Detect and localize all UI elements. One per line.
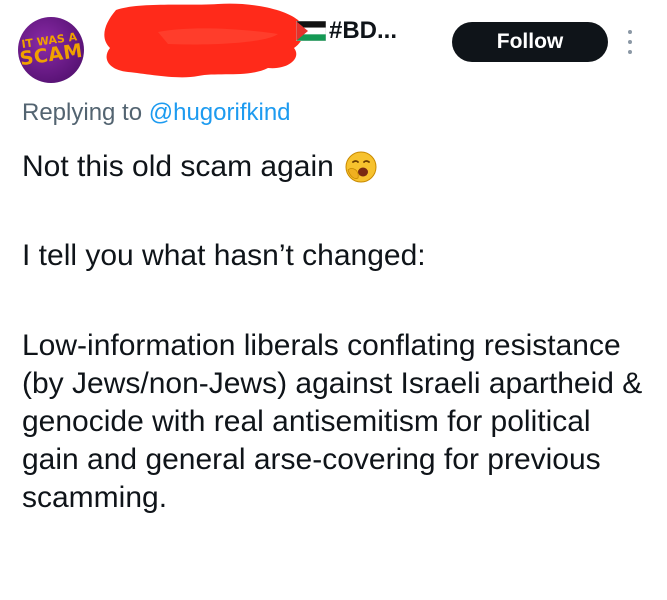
tweet-line-3: Low-information liberals conflating resi…	[22, 329, 643, 514]
reply-prefix: Replying to	[22, 99, 143, 126]
reply-mention-link[interactable]: @hugorifkind	[149, 99, 291, 126]
avatar-logo-text: IT WAS A SCAM	[18, 30, 84, 70]
more-vertical-icon[interactable]	[628, 30, 634, 54]
tweet-line-1: Not this old scam again	[22, 148, 378, 186]
reply-context: Replying to @hugorifkind	[22, 99, 291, 127]
author-handle-text: #BD...	[329, 17, 398, 44]
redacted-display-name	[104, 3, 304, 78]
tweet-line-2: I tell you what hasn’t changed:	[22, 239, 426, 272]
follow-button[interactable]: Follow	[452, 22, 608, 62]
yawning-face-emoji-icon	[345, 151, 377, 183]
palestine-flag-icon	[296, 21, 326, 41]
tweet-line-1-text: Not this old scam again	[22, 150, 334, 183]
author-avatar[interactable]: IT WAS A SCAM	[18, 17, 84, 83]
author-handle[interactable]: #BD...	[296, 17, 397, 45]
